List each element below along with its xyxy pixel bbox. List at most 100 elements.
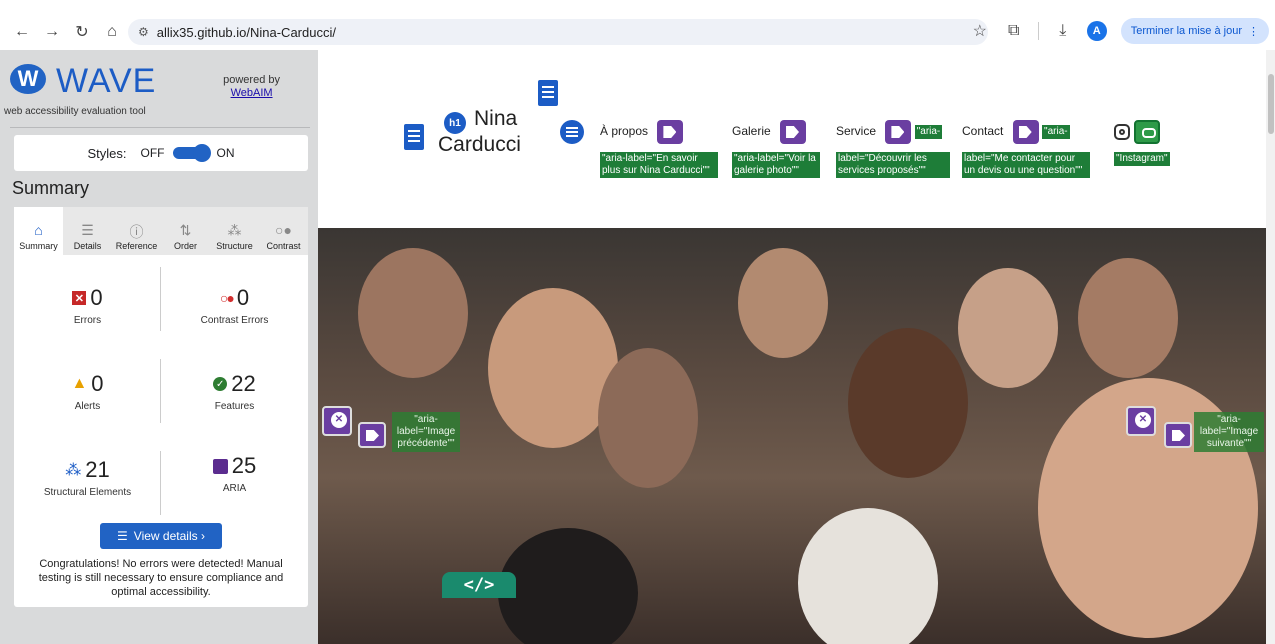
aria-label-contact: label="Me contacter pour un devis ou une… (962, 152, 1090, 178)
aria-label-tag-icon (1164, 422, 1192, 448)
alert-icon: ▲ (71, 375, 88, 392)
aria-label-gallery: "aria-label="Voir la galerie photo"" (732, 152, 820, 178)
styles-toggle[interactable] (172, 144, 211, 162)
wave-sidebar: W WAVE web accessibility evaluation tool… (0, 50, 318, 644)
feature-check-icon: ✓ (213, 377, 228, 391)
nav-link-about[interactable]: À propos (600, 120, 684, 144)
instagram-icon[interactable] (1114, 124, 1130, 140)
tab-details[interactable]: ☰ Details (63, 207, 112, 255)
aria-label-tag-icon (358, 422, 386, 448)
scrollbar-thumb[interactable] (1268, 74, 1274, 134)
errors-count: 0 (90, 285, 103, 310)
tab-order[interactable]: ⇅ Order (161, 207, 210, 255)
tab-structure[interactable]: ⁂ Structure (210, 207, 259, 255)
wave-subtitle: web accessibility evaluation tool (4, 106, 146, 117)
contrast-icon: ○● (275, 222, 292, 238)
features-label: Features (214, 401, 255, 412)
site-info-icon[interactable]: ⚙ (138, 25, 149, 39)
wave-title: WAVE (56, 62, 157, 100)
address-bar[interactable]: ⚙ allix35.github.io/Nina-Carducci/ (128, 19, 988, 45)
browser-toolbar: ← → ↻ ⌂ ⚙ allix35.github.io/Nina-Carducc… (0, 14, 1275, 50)
styles-on-label: ON (216, 146, 235, 160)
aria-label-prev: "aria-label="Image précédente"" (392, 412, 460, 452)
structure-icon: ⁂ (227, 222, 242, 238)
nav-region-icon (538, 80, 558, 106)
crowd-figure (958, 268, 1058, 388)
extensions-icon[interactable]: ⧉ (1004, 22, 1024, 40)
toolbar-divider (1037, 22, 1039, 40)
tab-reference[interactable]: ⓘ Reference (112, 207, 161, 255)
errors-label: Errors (73, 315, 102, 326)
aria-label-about: "aria-label="En savoir plus sur Nina Car… (600, 152, 718, 178)
update-button[interactable]: Terminer la mise à jour ⋮ (1120, 18, 1269, 44)
crowd-figure (598, 348, 698, 488)
wave-logo-icon: W (10, 64, 46, 94)
features-count: 22 (231, 371, 256, 396)
structural-label: Structural Elements (43, 487, 132, 498)
styles-toggle-box: Styles: OFF ON (14, 135, 308, 171)
nav-label: Galerie (732, 124, 771, 139)
page-scrollbar[interactable] (1266, 50, 1275, 644)
crowd-figure (498, 528, 638, 644)
structure-icon: ⁂ (65, 462, 82, 479)
stat-aria[interactable]: 25 ARIA (161, 453, 308, 494)
aria-label-service: label="Découvrir les services proposés"" (836, 152, 950, 178)
contrast-error-icon: ○● (219, 290, 235, 306)
update-label: Terminer la mise à jour (1130, 25, 1242, 37)
view-details-label: View details › (133, 529, 205, 543)
summary-panel: ⌂ Summary ☰ Details ⓘ Reference ⇅ Order … (14, 207, 308, 607)
alerts-count: 0 (91, 371, 104, 396)
crowd-figure (848, 328, 968, 478)
tab-label: Details (73, 241, 102, 251)
aria-label-inline: "aria- (1042, 125, 1070, 139)
stat-contrast-errors[interactable]: ○● 0 Contrast Errors (161, 285, 308, 326)
nav-link-service[interactable]: Service "aria- (836, 120, 943, 144)
list-structure-icon (560, 120, 584, 144)
tab-label: Reference (115, 241, 158, 251)
order-icon: ⇅ (179, 222, 192, 238)
crowd-figure (358, 248, 468, 378)
aria-label-tag-icon (1012, 120, 1039, 144)
browser-chrome: ← → ↻ ⌂ ⚙ allix35.github.io/Nina-Carducc… (0, 0, 1275, 50)
tab-contrast[interactable]: ○● Contrast (259, 207, 308, 255)
home-icon: ⌂ (34, 222, 43, 238)
profile-avatar[interactable]: A (1086, 21, 1107, 41)
styles-label: Styles: (87, 145, 127, 161)
stat-errors[interactable]: ✕ 0 Errors (14, 285, 161, 326)
powered-by-text: powered by (223, 74, 280, 86)
tab-label: Structure (216, 241, 253, 251)
tab-label: Summary (19, 241, 58, 251)
prev-control-icon[interactable] (322, 406, 352, 436)
reload-icon[interactable]: ↻ (70, 20, 94, 44)
nav-link-contact[interactable]: Contact "aria- (962, 120, 1070, 144)
stat-features[interactable]: ✓ 22 Features (161, 371, 308, 412)
url-text: allix35.github.io/Nina-Carducci/ (156, 24, 336, 40)
structural-count: 21 (85, 457, 110, 482)
stat-structural[interactable]: ⁂ 21 Structural Elements (14, 457, 161, 498)
forward-icon[interactable]: → (40, 20, 64, 44)
more-menu-icon: ⋮ (1248, 25, 1259, 38)
home-icon[interactable]: ⌂ (100, 20, 124, 44)
nav-link-gallery[interactable]: Galerie (732, 120, 807, 144)
site-title-line2: Carducci (438, 133, 521, 156)
list-icon: ☰ (81, 222, 94, 238)
bookmark-star-icon[interactable]: ☆ (970, 21, 990, 41)
aria-label-next: "aria-label="Image suivante"" (1194, 412, 1264, 452)
congrats-message: Congratulations! No errors were detected… (38, 558, 284, 598)
code-toggle-button[interactable]: </> (442, 572, 516, 598)
next-control-icon[interactable] (1126, 406, 1156, 436)
view-details-button[interactable]: ☰ View details › (100, 523, 222, 549)
back-icon[interactable]: ← (10, 20, 34, 44)
list-icon: ☰ (117, 529, 128, 543)
aria-label-inline: "aria- (914, 125, 943, 139)
error-icon: ✕ (72, 291, 87, 305)
webaim-link[interactable]: WebAIM (231, 87, 273, 99)
tab-summary[interactable]: ⌂ Summary (14, 207, 63, 255)
page-content: h1 Nina Carducci À propos "aria-label="E… (318, 50, 1266, 644)
aria-cube-icon (212, 458, 228, 474)
stat-alerts[interactable]: ▲ 0 Alerts (14, 371, 161, 412)
aria-label-tag-icon (780, 120, 807, 144)
nav-label: À propos (600, 124, 649, 139)
tab-label: Contrast (266, 241, 301, 251)
download-icon[interactable]: ⤓ (1053, 22, 1073, 40)
